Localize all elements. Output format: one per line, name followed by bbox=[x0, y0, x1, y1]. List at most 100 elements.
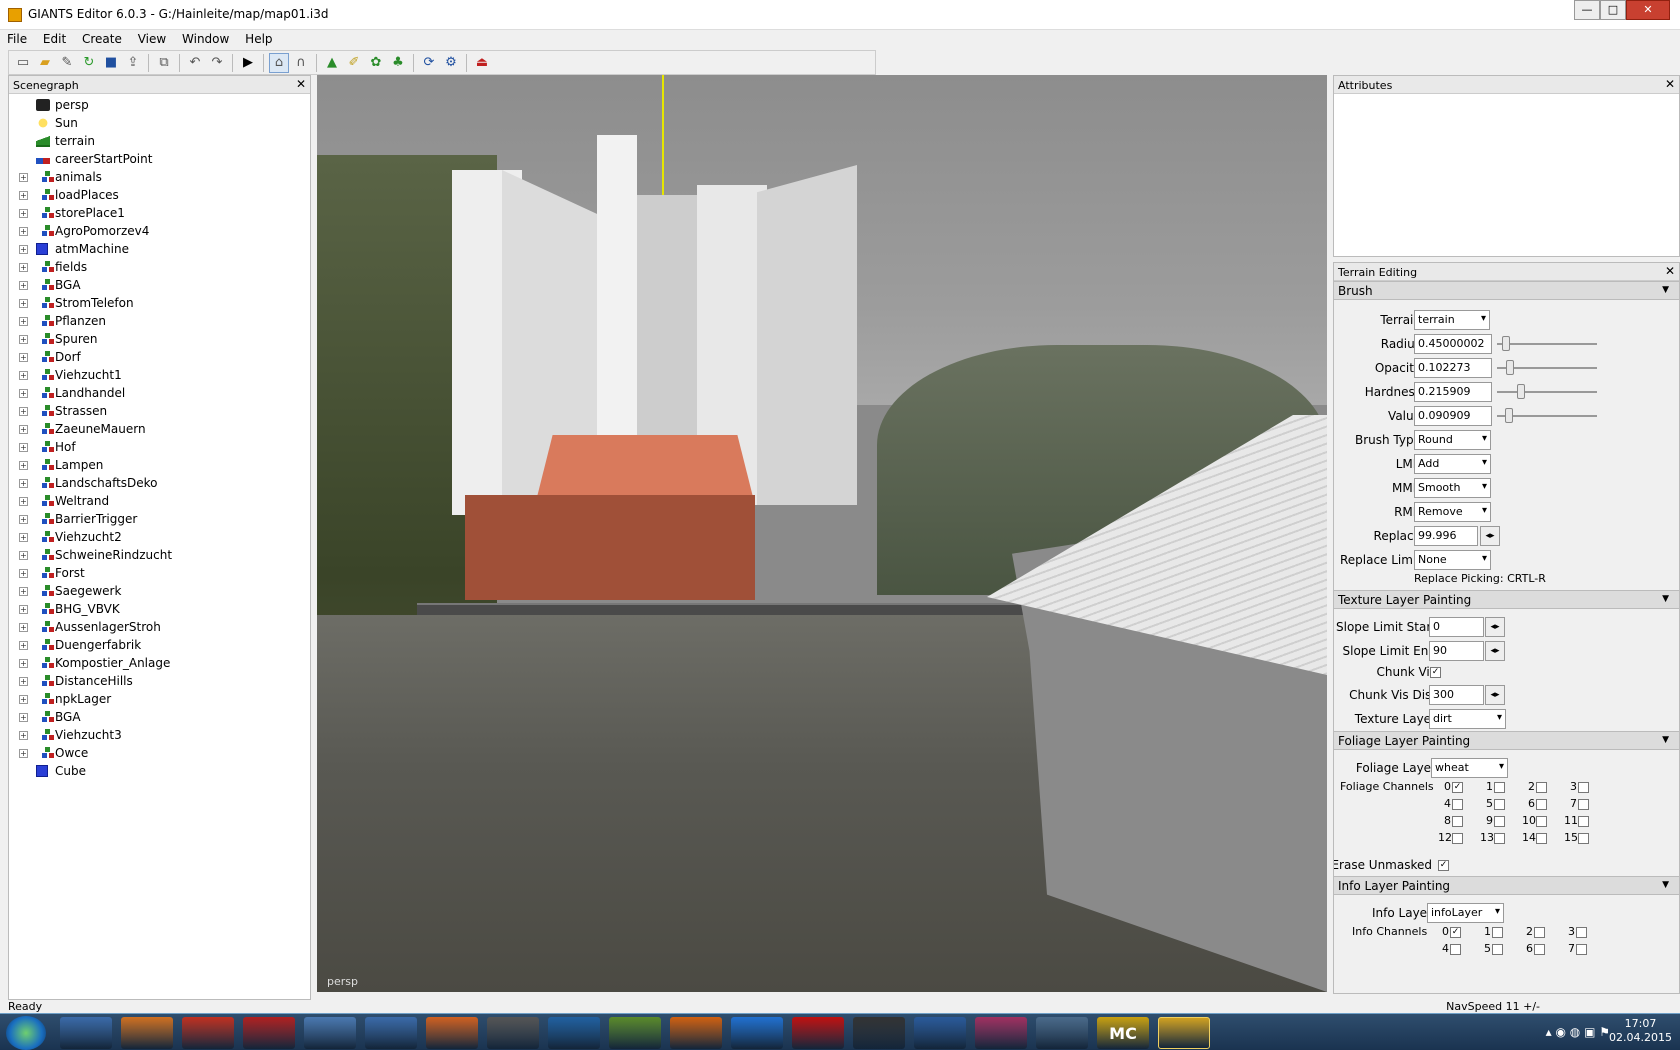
channel-checkbox[interactable]: ✓ bbox=[1452, 782, 1463, 793]
collapse-arrow-icon[interactable]: ▼ bbox=[1662, 594, 1669, 604]
expand-icon[interactable]: + bbox=[19, 209, 28, 218]
expand-icon[interactable]: + bbox=[19, 461, 28, 470]
scenegraph-node[interactable]: terrain bbox=[9, 132, 310, 150]
channel-checkbox[interactable] bbox=[1536, 816, 1547, 827]
taskbar-chess-icon[interactable] bbox=[487, 1017, 539, 1049]
expand-icon[interactable]: + bbox=[19, 371, 28, 380]
scenegraph-node[interactable]: + LandschaftsDeko bbox=[9, 474, 310, 492]
scenegraph-node[interactable]: + atmMachine bbox=[9, 240, 310, 258]
expand-icon[interactable]: + bbox=[19, 407, 28, 416]
menu-edit[interactable]: Edit bbox=[36, 30, 71, 46]
scenegraph-node[interactable]: + Owce bbox=[9, 744, 310, 762]
opacity-field[interactable]: 0.102273 bbox=[1414, 358, 1492, 378]
import-icon[interactable]: ⧉ bbox=[154, 53, 174, 73]
collapse-arrow-icon[interactable]: ▼ bbox=[1662, 880, 1669, 890]
channel-checkbox[interactable] bbox=[1536, 782, 1547, 793]
radius-slider[interactable] bbox=[1497, 336, 1597, 351]
slope-start-field[interactable]: 0 bbox=[1429, 617, 1484, 637]
taskbar-teamviewer-icon[interactable] bbox=[914, 1017, 966, 1049]
expand-icon[interactable]: + bbox=[19, 173, 28, 182]
info-section-header[interactable]: Info Layer Painting ▼ bbox=[1334, 876, 1679, 895]
scenegraph-node[interactable]: Sun bbox=[9, 114, 310, 132]
channel-checkbox[interactable] bbox=[1536, 799, 1547, 810]
replace-field[interactable]: 99.996 bbox=[1414, 526, 1478, 546]
expand-icon[interactable]: + bbox=[19, 713, 28, 722]
scenegraph-node[interactable]: + SchweineRindzucht bbox=[9, 546, 310, 564]
play-icon[interactable]: ▶ bbox=[238, 53, 258, 73]
expand-icon[interactable]: + bbox=[19, 623, 28, 632]
channel-checkbox[interactable] bbox=[1578, 816, 1589, 827]
expand-icon[interactable]: + bbox=[19, 533, 28, 542]
texture-section-header[interactable]: Texture Layer Painting ▼ bbox=[1334, 590, 1679, 609]
value-slider[interactable] bbox=[1497, 408, 1597, 423]
scenegraph-node[interactable]: + Forst bbox=[9, 564, 310, 582]
radius-field[interactable]: 0.45000002 bbox=[1414, 334, 1492, 354]
taskbar-tractor-icon[interactable] bbox=[853, 1017, 905, 1049]
export-icon[interactable]: ⇪ bbox=[123, 53, 143, 73]
taskbar-firefox-icon[interactable] bbox=[670, 1017, 722, 1049]
slider-thumb[interactable] bbox=[1517, 384, 1526, 399]
taskbar-explorer-icon[interactable] bbox=[60, 1017, 112, 1049]
scenegraph-node[interactable]: + Hof bbox=[9, 438, 310, 456]
scenegraph-node[interactable]: + Kompostier_Anlage bbox=[9, 654, 310, 672]
slope-start-spinner[interactable]: ◂▸ bbox=[1485, 617, 1505, 637]
scenegraph-node[interactable]: + DistanceHills bbox=[9, 672, 310, 690]
channel-checkbox[interactable] bbox=[1494, 816, 1505, 827]
foliage-icon[interactable]: ✿ bbox=[366, 53, 386, 73]
scenegraph-node[interactable]: + BarrierTrigger bbox=[9, 510, 310, 528]
brush-type-select[interactable]: Round bbox=[1414, 430, 1491, 450]
opacity-slider[interactable] bbox=[1497, 360, 1597, 375]
settings-icon[interactable]: ⚙ bbox=[441, 53, 461, 73]
menu-window[interactable]: Window bbox=[175, 30, 234, 46]
taskbar-media-icon[interactable] bbox=[121, 1017, 173, 1049]
expand-icon[interactable]: + bbox=[19, 569, 28, 578]
info-layer-select[interactable]: infoLayer bbox=[1427, 903, 1504, 923]
expand-icon[interactable]: + bbox=[19, 425, 28, 434]
new-icon[interactable]: ▭ bbox=[13, 53, 33, 73]
scenegraph-node[interactable]: careerStartPoint bbox=[9, 150, 310, 168]
collapse-arrow-icon[interactable]: ▼ bbox=[1662, 285, 1669, 295]
expand-icon[interactable]: + bbox=[19, 497, 28, 506]
lmb-select[interactable]: Add bbox=[1414, 454, 1491, 474]
taskbar-notepad-icon[interactable] bbox=[609, 1017, 661, 1049]
taskbar-mail-icon[interactable] bbox=[548, 1017, 600, 1049]
tree-icon[interactable]: ♣ bbox=[388, 53, 408, 73]
channel-checkbox[interactable] bbox=[1452, 833, 1463, 844]
scenegraph-node[interactable]: + Landhandel bbox=[9, 384, 310, 402]
expand-icon[interactable]: + bbox=[19, 695, 28, 704]
slope-end-spinner[interactable]: ◂▸ bbox=[1485, 641, 1505, 661]
channel-checkbox[interactable] bbox=[1576, 927, 1587, 938]
exit-icon[interactable]: ⏏ bbox=[472, 53, 492, 73]
scenegraph-node[interactable]: Cube bbox=[9, 762, 310, 780]
scenegraph-node[interactable]: + animals bbox=[9, 168, 310, 186]
slider-thumb[interactable] bbox=[1501, 336, 1510, 351]
expand-icon[interactable]: + bbox=[19, 659, 28, 668]
maximize-button[interactable]: □ bbox=[1600, 0, 1626, 20]
scenegraph-node[interactable]: + fields bbox=[9, 258, 310, 276]
system-tray[interactable]: ▴ ◉ ◍ ▣ ⚑ bbox=[1546, 1025, 1610, 1039]
expand-icon[interactable]: + bbox=[19, 677, 28, 686]
taskbar-thunder-icon[interactable] bbox=[731, 1017, 783, 1049]
paint-icon[interactable]: ✐ bbox=[344, 53, 364, 73]
collapse-arrow-icon[interactable]: ▼ bbox=[1662, 735, 1669, 745]
channel-checkbox[interactable]: ✓ bbox=[1450, 927, 1461, 938]
expand-icon[interactable]: + bbox=[19, 479, 28, 488]
channel-checkbox[interactable] bbox=[1534, 944, 1545, 955]
taskbar-MC-icon[interactable]: MC bbox=[1097, 1017, 1149, 1049]
hardness-slider[interactable] bbox=[1497, 384, 1597, 399]
channel-checkbox[interactable] bbox=[1536, 833, 1547, 844]
expand-icon[interactable]: + bbox=[19, 263, 28, 272]
expand-icon[interactable]: + bbox=[19, 191, 28, 200]
scenegraph-node[interactable]: + ZaeuneMauern bbox=[9, 420, 310, 438]
scenegraph-node[interactable]: + Pflanzen bbox=[9, 312, 310, 330]
clock[interactable]: 17:07 02.04.2015 bbox=[1609, 1017, 1672, 1045]
taskbar-chrome-icon[interactable] bbox=[182, 1017, 234, 1049]
edit-icon[interactable]: ✎ bbox=[57, 53, 77, 73]
expand-icon[interactable]: + bbox=[19, 749, 28, 758]
channel-checkbox[interactable] bbox=[1492, 927, 1503, 938]
chunk-vis-checkbox[interactable]: ✓ bbox=[1430, 667, 1441, 678]
scenegraph-node[interactable]: + AussenlagerStroh bbox=[9, 618, 310, 636]
taskbar-giants-icon[interactable] bbox=[1158, 1017, 1210, 1049]
scenegraph-node[interactable]: + Viehzucht2 bbox=[9, 528, 310, 546]
expand-icon[interactable]: + bbox=[19, 443, 28, 452]
